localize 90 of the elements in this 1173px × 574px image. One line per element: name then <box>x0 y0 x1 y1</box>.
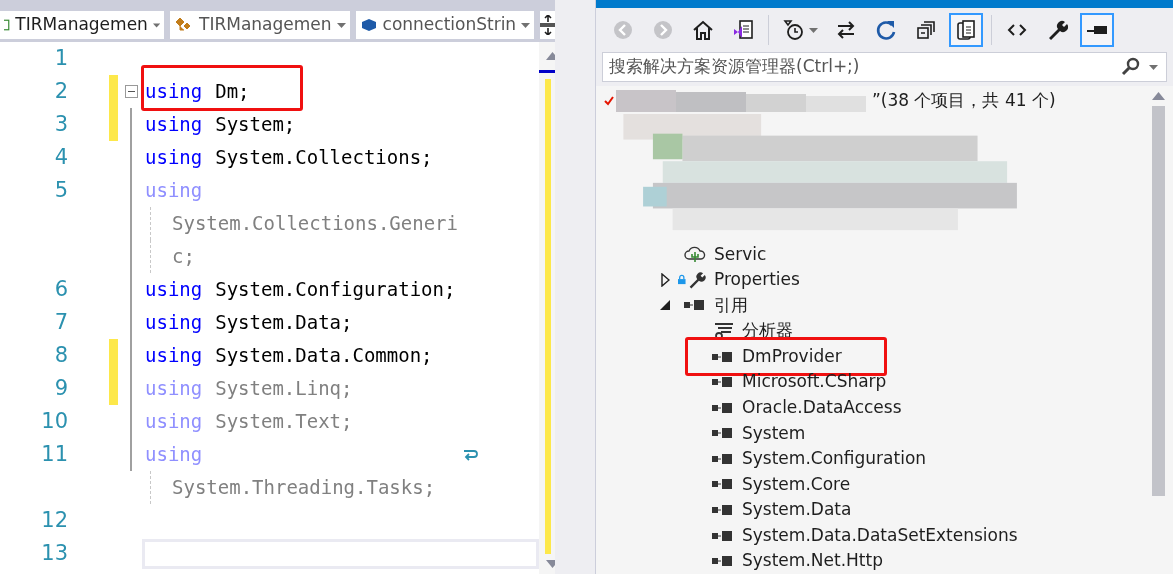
tree-item[interactable]: Microsoft.CSharp <box>742 371 887 392</box>
code-keyword: using <box>145 112 203 138</box>
home-icon <box>692 19 714 41</box>
collapsed-arrow-icon[interactable] <box>660 272 670 287</box>
tree-item[interactable]: System <box>742 422 806 443</box>
check-icon <box>604 95 614 106</box>
code-keyword: using <box>145 145 203 171</box>
file-icon <box>732 19 754 41</box>
code-text: Dm; <box>215 79 250 105</box>
scrollbar-thumb[interactable] <box>1151 106 1165 496</box>
line-number: 11 <box>41 441 68 466</box>
code-text: System.Collections; <box>215 145 433 171</box>
code-text: System.Configuration; <box>215 277 456 303</box>
reference-icon <box>712 350 734 363</box>
line-number: 8 <box>54 342 68 367</box>
expanded-arrow-icon[interactable] <box>660 300 670 311</box>
forward-icon <box>652 19 674 41</box>
code-text: System.Data; <box>215 310 353 336</box>
code-keyword: using <box>145 376 203 402</box>
field-icon <box>359 17 378 33</box>
project-icon <box>4 17 11 33</box>
tree-item[interactable]: System.Core <box>742 473 851 494</box>
lock-icon <box>678 274 686 286</box>
reference-icon <box>712 376 734 389</box>
clock-icon <box>782 19 805 41</box>
code-text: System.Text; <box>215 409 353 435</box>
collapse-all-icon <box>915 19 937 41</box>
code-text: System; <box>215 112 296 138</box>
collapse-icon[interactable] <box>125 85 138 98</box>
tree-item[interactable]: DmProvider <box>742 345 842 366</box>
caret-icon <box>1149 64 1158 70</box>
split-icon <box>540 15 555 35</box>
caret-icon <box>336 22 346 28</box>
reference-icon <box>712 504 734 517</box>
code-keyword: using <box>145 442 203 468</box>
tree-item[interactable]: System.Configuration <box>742 448 927 469</box>
sync-icon <box>835 19 857 41</box>
navigation-dropdown[interactable]: TIRManagemen <box>0 11 164 39</box>
toolbar-button[interactable] <box>949 13 983 47</box>
reference-icon <box>712 529 734 542</box>
code-keyword: using <box>145 343 203 369</box>
reference-icon <box>712 452 734 465</box>
refresh-icon <box>875 19 897 41</box>
reference-icon <box>712 478 734 491</box>
scroll-up-icon[interactable] <box>1151 92 1165 100</box>
tree-item[interactable]: System.Data.DataSetExtensions <box>742 524 1018 545</box>
code-text: System.Linq; <box>215 376 353 402</box>
reference-icon <box>712 555 734 568</box>
caret-icon <box>808 27 818 33</box>
caret-icon <box>152 22 160 28</box>
line-number: 2 <box>54 78 68 103</box>
code-text: System.Data.Common; <box>215 343 433 369</box>
tree-item[interactable]: Servic <box>714 243 767 264</box>
code-keyword: using <box>145 79 203 105</box>
code-text: c; <box>172 244 195 270</box>
line-number: 5 <box>54 177 68 202</box>
toolbar-button[interactable] <box>1080 13 1114 47</box>
search-bar[interactable]: 搜索解决方案资源管理器(Ctrl+;) <box>602 52 1167 82</box>
line-number: 12 <box>41 507 68 532</box>
code-keyword: using <box>145 277 203 303</box>
pin-icon <box>1087 26 1107 34</box>
tree-item[interactable]: System.Data <box>742 499 852 520</box>
code-text: System.Collections.Generi <box>172 211 458 237</box>
code-keyword: using <box>145 409 203 435</box>
line-number: 9 <box>54 375 68 400</box>
tree-item[interactable]: Oracle.DataAccess <box>742 396 902 417</box>
line-number: 6 <box>54 276 68 301</box>
code-text: System.Threading.Tasks; <box>172 475 436 501</box>
split-button[interactable] <box>540 11 555 39</box>
line-number: 3 <box>54 111 68 136</box>
tree-item[interactable]: 引用 <box>714 294 748 315</box>
reference-icon <box>712 401 734 414</box>
solution-node[interactable]: ”(38 个项目，共 41 个) <box>872 88 1056 114</box>
code-keyword: using <box>145 178 203 204</box>
reference-icon <box>684 299 706 312</box>
line-number: 7 <box>54 309 68 334</box>
reference-icon <box>712 427 734 440</box>
navigation-dropdown[interactable]: TIRManagemen <box>170 11 350 39</box>
navigation-dropdown[interactable]: connectionStrin <box>355 11 535 39</box>
line-number: 13 <box>41 540 68 565</box>
tree-item[interactable]: System.Net.Http <box>742 550 883 571</box>
caret-icon <box>521 22 531 28</box>
code-keyword: using <box>145 310 203 336</box>
tree-item[interactable]: Properties <box>714 269 800 290</box>
line-number: 4 <box>54 144 68 169</box>
cloud-icon <box>684 244 706 265</box>
copy-icon <box>955 19 977 41</box>
line-number: 10 <box>41 408 68 433</box>
line-number: 1 <box>54 45 68 70</box>
back-icon <box>612 19 634 41</box>
